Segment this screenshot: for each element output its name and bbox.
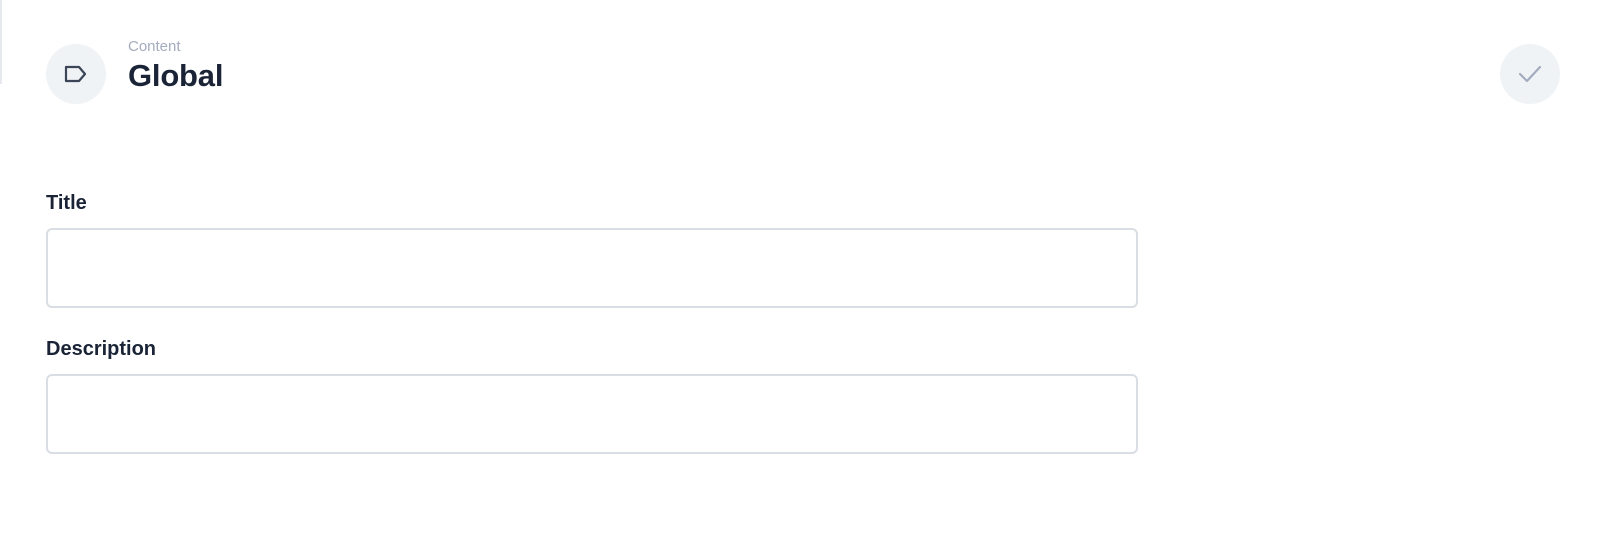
- title-block: Content Global: [128, 38, 223, 94]
- description-label: Description: [46, 338, 157, 360]
- description-input[interactable]: [46, 374, 1138, 454]
- title-field: Title: [46, 190, 1138, 308]
- breadcrumb[interactable]: Content: [128, 38, 223, 56]
- save-button[interactable]: [1500, 44, 1560, 104]
- left-divider: [0, 0, 2, 84]
- header: Content Global: [46, 38, 1560, 106]
- page: Content Global Title Description: [0, 0, 1600, 544]
- collection-icon-button[interactable]: [46, 44, 106, 104]
- content-form: Title Description: [46, 190, 1138, 482]
- check-icon: [1517, 64, 1543, 84]
- page-title: Global: [128, 58, 224, 93]
- tag-icon: [63, 64, 89, 84]
- title-label: Title: [46, 192, 87, 214]
- description-field: Description: [46, 336, 1138, 454]
- title-input[interactable]: [46, 228, 1138, 308]
